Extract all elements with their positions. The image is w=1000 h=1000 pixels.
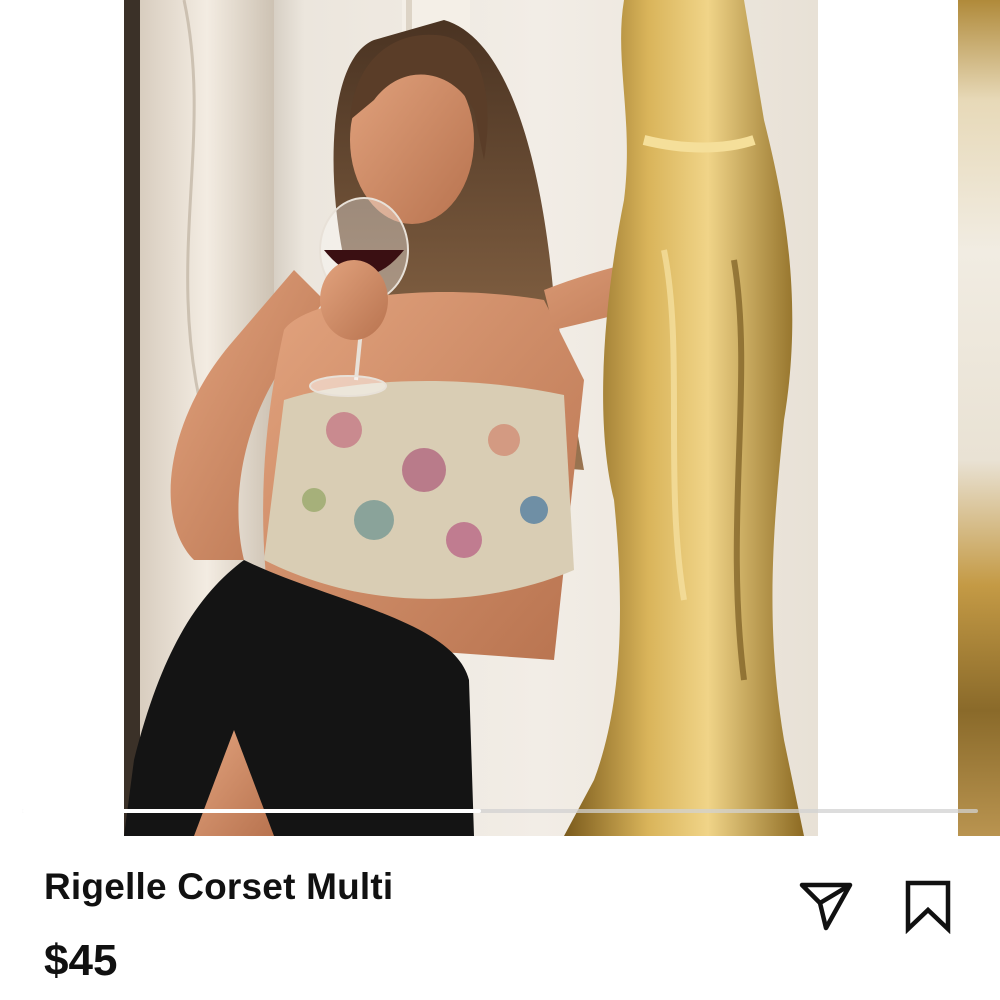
product-screen: Rigelle Corset Multi $45 (0, 0, 1000, 1000)
bookmark-icon (905, 880, 951, 934)
product-photo-illustration (124, 0, 804, 836)
paper-plane-icon (799, 882, 853, 931)
product-photo[interactable] (124, 0, 818, 836)
product-title: Rigelle Corset Multi (44, 866, 394, 907)
next-photo-peek[interactable] (958, 0, 1000, 836)
save-button[interactable] (900, 878, 956, 934)
carousel-scrub-bar[interactable] (22, 809, 978, 813)
share-button[interactable] (798, 878, 854, 934)
carousel-scrub-progress (22, 809, 481, 813)
product-price: $45 (44, 936, 118, 985)
image-carousel[interactable] (0, 0, 1000, 836)
